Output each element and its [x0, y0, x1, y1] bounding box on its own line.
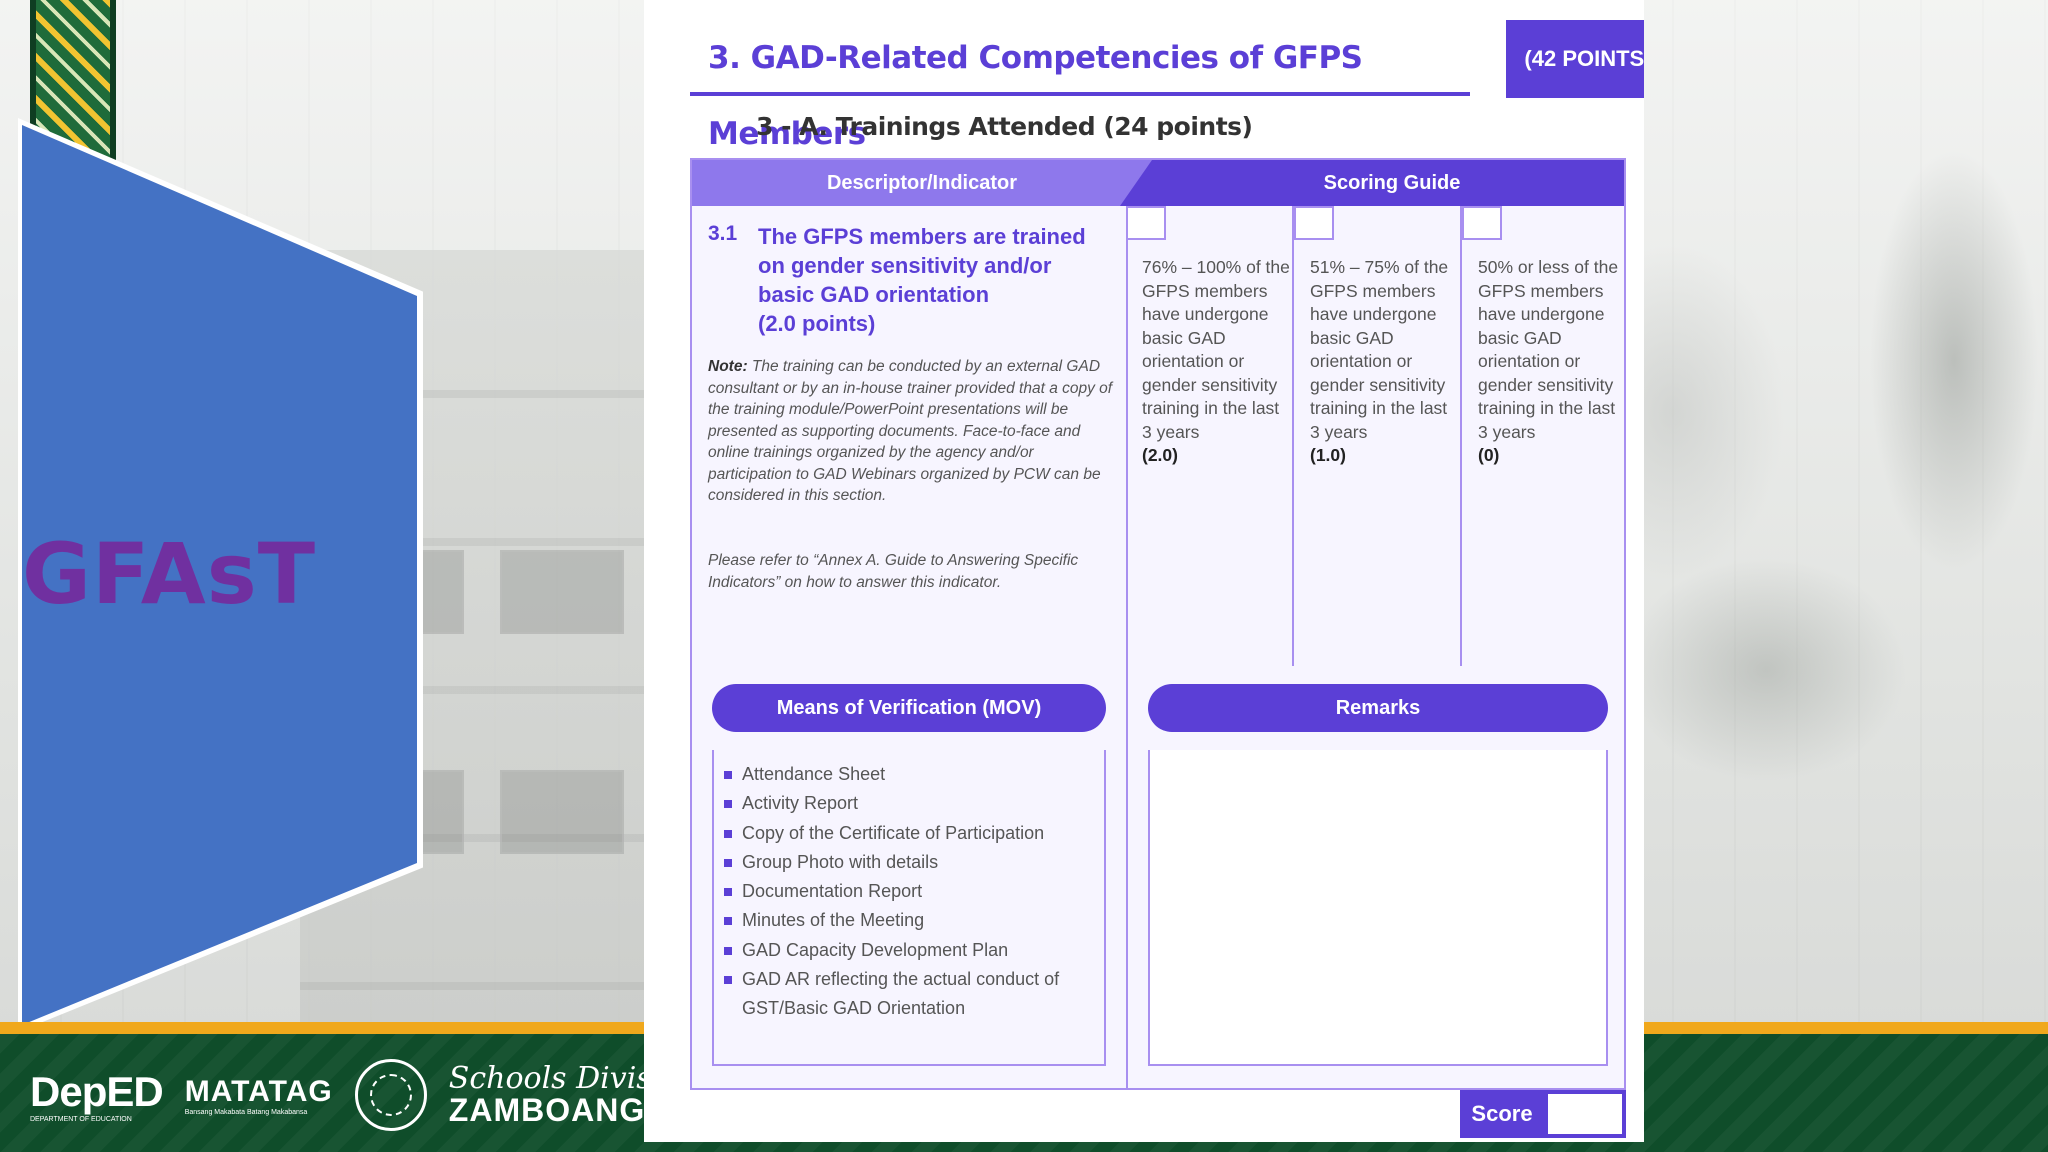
footer-logos: DepED DEPARTMENT OF EDUCATION MATATAG Ba…	[30, 1055, 737, 1135]
side-title: GFAsT	[22, 525, 316, 623]
scoring-divider	[1460, 206, 1462, 666]
indicator-points: (2.0 points)	[758, 311, 876, 336]
score-input[interactable]	[1548, 1094, 1622, 1134]
scoring-option-low: 50% or less of the GFPS members have und…	[1478, 256, 1628, 468]
mov-item: GAD Capacity Development Plan	[724, 936, 1104, 965]
scoring-value: (2.0)	[1142, 445, 1178, 465]
division-seal-icon	[354, 1059, 427, 1131]
mov-item: Attendance Sheet	[724, 760, 1104, 789]
scoring-value: (1.0)	[1310, 445, 1346, 465]
mov-item: Activity Report	[724, 789, 1104, 818]
scoring-document: 3. GAD-Related Competencies of GFPS Memb…	[644, 0, 1644, 1142]
score-label: Score	[1460, 1090, 1544, 1138]
score-checkbox-low[interactable]	[1462, 206, 1502, 240]
background-trees	[1578, 0, 2048, 1030]
deped-logo: DepED DEPARTMENT OF EDUCATION	[30, 1067, 164, 1123]
score-field[interactable]	[1544, 1090, 1626, 1138]
descriptor-header: Descriptor/Indicator	[692, 160, 1152, 206]
column-divider	[1126, 206, 1128, 1088]
subsection-title: 3 - A. Trainings Attended (24 points)	[756, 112, 1253, 141]
section-points-badge: (42 POINTS)	[1506, 20, 1644, 98]
mov-list-box: Attendance Sheet Activity Report Copy of…	[712, 750, 1106, 1066]
mov-item: Group Photo with details	[724, 848, 1104, 877]
indicator-description: The GFPS members are trained on gender s…	[758, 224, 1086, 336]
scoring-value: (0)	[1478, 445, 1500, 465]
indicator-number: 3.1	[708, 222, 738, 245]
mov-item: Documentation Report	[724, 877, 1104, 906]
indicator-note: Note: The training can be conducted by a…	[708, 358, 1113, 504]
scoring-table: Descriptor/Indicator Scoring Guide 3.1 T…	[690, 158, 1626, 1090]
scoring-option-high: 76% – 100% of the GFPS members have unde…	[1142, 256, 1292, 468]
section-title: 3. GAD-Related Competencies of GFPS Memb…	[690, 20, 1470, 152]
mov-item: Minutes of the Meeting	[724, 906, 1104, 935]
mov-item: Copy of the Certificate of Participation	[724, 819, 1104, 848]
score-checkbox-mid[interactable]	[1294, 206, 1334, 240]
mov-header: Means of Verification (MOV)	[712, 684, 1106, 732]
scoring-guide-header: Scoring Guide	[1120, 160, 1624, 206]
remarks-field[interactable]	[1148, 750, 1608, 1066]
mov-item: GAD AR reflecting the actual conduct of …	[724, 965, 1104, 1024]
mov-list: Attendance Sheet Activity Report Copy of…	[714, 750, 1104, 1024]
scoring-divider	[1292, 206, 1294, 666]
matatag-logo: MATATAG Bansang Makabata Batang Makabans…	[184, 1074, 333, 1116]
annex-reference: Please refer to “Annex A. Guide to Answe…	[708, 552, 1079, 591]
section-header: 3. GAD-Related Competencies of GFPS Memb…	[690, 20, 1644, 152]
score-checkbox-high[interactable]	[1126, 206, 1166, 240]
remarks-header: Remarks	[1148, 684, 1608, 732]
scoring-option-mid: 51% – 75% of the GFPS members have under…	[1310, 256, 1460, 468]
